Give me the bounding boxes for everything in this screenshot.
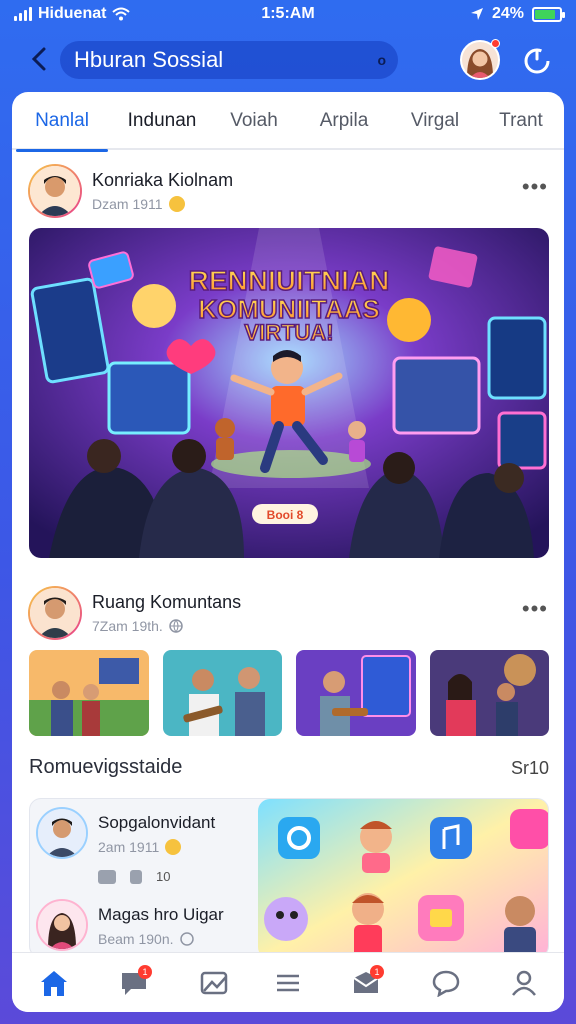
post-time: Dzam 1911 — [92, 196, 163, 212]
section-header: Romuevigsstaide Sr10 — [29, 756, 549, 784]
community-card: Sopgalonvidant 2am 1911 10 Magas hro Uig… — [29, 798, 549, 958]
list-item-time: Beam 190n. — [98, 931, 174, 947]
more-options-button[interactable]: ••• — [522, 596, 548, 622]
gallery-photo[interactable] — [429, 650, 549, 736]
message-badge: 1 — [138, 965, 152, 979]
banner-line-3: VIRTUA! — [244, 320, 333, 345]
tab-virgal[interactable]: Virgal — [392, 92, 478, 150]
tab-nanlal[interactable]: Nanlal — [12, 92, 112, 152]
inbox-badge: 1 — [370, 965, 384, 979]
comment-icon — [432, 970, 460, 997]
list-item[interactable]: Sopgalonvidant 2am 1911 — [36, 807, 256, 867]
smile-emoji-icon — [168, 196, 185, 212]
nav-messages[interactable]: 1 — [114, 963, 154, 1003]
app-header: Hburan Sossial o — [0, 36, 576, 86]
back-button[interactable] — [24, 44, 54, 74]
post-author[interactable]: Ruang Komuntans — [92, 592, 241, 613]
refresh-icon — [524, 48, 550, 74]
nav-comments[interactable] — [426, 963, 466, 1003]
post-meta: Dzam 1911 — [92, 196, 185, 212]
post-header: Ruang Komuntans 7Zam 19th. ••• — [28, 586, 548, 642]
image-icon — [200, 971, 228, 995]
location-icon — [470, 8, 483, 20]
gallery-photo[interactable] — [29, 650, 149, 736]
list-item-title: Sopgalonvidant — [98, 813, 216, 832]
battery-icon — [532, 6, 565, 22]
status-right: 24% — [470, 5, 565, 23]
avatar[interactable] — [36, 807, 88, 859]
refresh-button[interactable] — [520, 44, 554, 78]
gallery-photo[interactable] — [162, 650, 282, 736]
community-collage-image[interactable] — [258, 799, 548, 957]
smile-emoji-icon — [165, 839, 182, 855]
post-banner-image[interactable]: RENNIUITNIAN KOMUNIITAAS VIRTUA! Booi 8 — [29, 228, 549, 558]
nav-menu[interactable] — [268, 963, 308, 1003]
section-title: Romuevigsstaide — [29, 756, 183, 778]
bottom-nav: 1 1 — [12, 952, 564, 1012]
avatar[interactable] — [36, 899, 88, 951]
globe-icon — [169, 619, 183, 633]
post-time: 7Zam 19th. — [92, 618, 163, 634]
photo-gallery — [29, 650, 549, 736]
post-meta: 7Zam 19th. — [92, 618, 183, 634]
list-item[interactable]: Magas hro Uigar Beam 190n. — [36, 899, 256, 957]
tab-voiah[interactable]: Voiah — [212, 92, 296, 150]
page-title: Hburan Sossial — [74, 47, 224, 72]
list-item-time: 2am 1911 — [98, 839, 160, 855]
title-trailing: o — [377, 52, 386, 68]
nav-profile[interactable] — [504, 963, 544, 1003]
avatar[interactable] — [28, 586, 82, 640]
event-illustration: RENNIUITNIAN KOMUNIITAAS VIRTUA! Booi 8 — [29, 228, 549, 558]
section-count[interactable]: Sr10 — [511, 758, 549, 779]
globe-icon — [179, 932, 194, 946]
tab-bar: Nanlal Indunan Voiah Arpila Virgal Trant — [12, 92, 564, 152]
home-icon — [41, 971, 67, 996]
banner-line-1: RENNIUITNIAN — [189, 265, 390, 296]
comment-icon[interactable] — [98, 869, 116, 884]
post-author[interactable]: Konriaka Kiolnam — [92, 170, 233, 191]
avatar-portrait — [30, 588, 80, 638]
tab-indunan[interactable]: Indunan — [112, 92, 212, 150]
post-actions: 10 — [98, 869, 170, 884]
avatar-portrait — [30, 166, 80, 216]
chevron-left-icon — [31, 47, 46, 71]
bookmark-icon[interactable] — [130, 869, 142, 884]
tab-trant[interactable]: Trant — [478, 92, 564, 150]
menu-icon — [277, 974, 299, 992]
tab-arpila[interactable]: Arpila — [296, 92, 392, 150]
battery-percent: 24% — [491, 5, 524, 22]
gallery-photo[interactable] — [296, 650, 416, 736]
list-item-meta: 2am 1911 — [98, 839, 182, 855]
status-bar: Hiduenat 1:5:AM 24% — [0, 0, 576, 30]
action-count: 10 — [156, 869, 171, 884]
nav-home[interactable] — [34, 963, 74, 1003]
banner-pill-label: Booi 8 — [267, 508, 304, 522]
profile-icon — [512, 970, 536, 996]
nav-inbox[interactable]: 1 — [346, 963, 386, 1003]
list-item-meta: Beam 190n. — [98, 931, 194, 947]
more-options-button[interactable]: ••• — [522, 174, 548, 200]
avatar[interactable] — [28, 164, 82, 218]
list-item-title: Magas hro Uigar — [98, 905, 224, 924]
notification-dot — [491, 39, 500, 48]
main-card: Nanlal Indunan Voiah Arpila Virgal Trant… — [12, 92, 564, 1012]
post-header: Konriaka Kiolnam Dzam 1911 ••• — [28, 164, 548, 220]
header-title-field[interactable]: Hburan Sossial o — [60, 41, 398, 79]
nav-gallery[interactable] — [194, 963, 234, 1003]
